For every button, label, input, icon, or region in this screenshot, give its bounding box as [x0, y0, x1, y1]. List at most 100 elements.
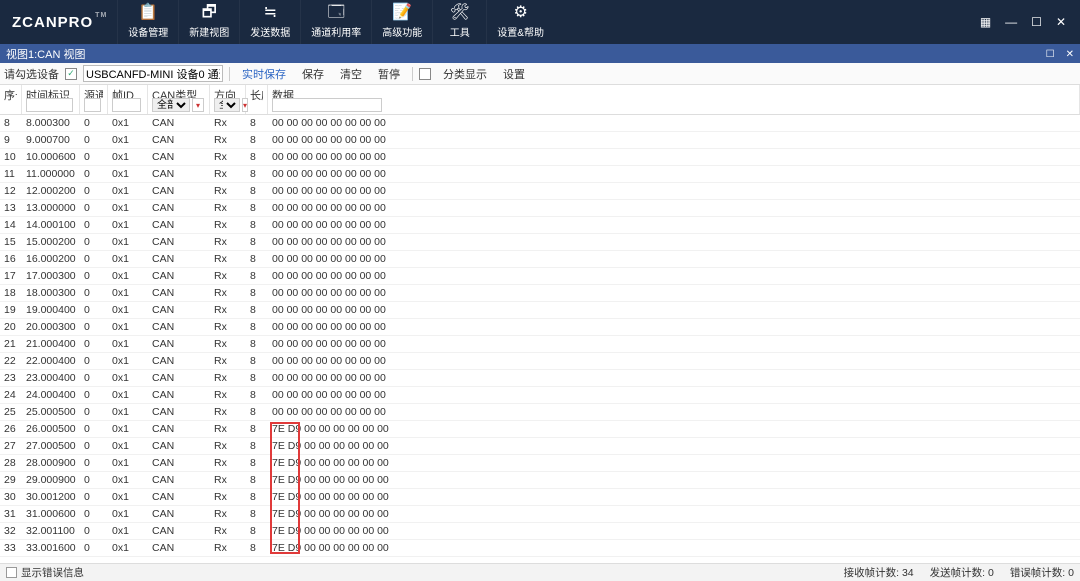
table-row[interactable]: 2929.00090000x1CANRx87E D9 00 00 00 00 0…	[0, 472, 1080, 489]
cell: 32	[0, 525, 22, 537]
clear-button[interactable]: 清空	[334, 64, 368, 84]
maximize-icon[interactable]: ☐	[1031, 15, 1042, 29]
cell: 20	[0, 321, 22, 333]
device-dropdown[interactable]	[83, 65, 223, 82]
toolbar-item-2[interactable]: ≒发送数据	[239, 0, 300, 44]
table-row[interactable]: 2727.00050000x1CANRx87E D9 00 00 00 00 0…	[0, 438, 1080, 455]
table-row[interactable]: 3131.00060000x1CANRx87E D9 00 00 00 00 0…	[0, 506, 1080, 523]
cell: 0	[80, 117, 108, 129]
cell: 24.000400	[22, 389, 80, 401]
show-error-checkbox[interactable]	[6, 567, 17, 578]
cell: 19	[0, 304, 22, 316]
cell: 8	[246, 168, 268, 180]
table-row[interactable]: 88.00030000x1CANRx800 00 00 00 00 00 00 …	[0, 115, 1080, 132]
table-row[interactable]: 3333.00160000x1CANRx87E D9 00 00 00 00 0…	[0, 540, 1080, 557]
cell: 12	[0, 185, 22, 197]
cell: Rx	[210, 491, 246, 503]
device-checkbox[interactable]: ✓	[65, 68, 77, 80]
table-row[interactable]: 1212.00020000x1CANRx800 00 00 00 00 00 0…	[0, 183, 1080, 200]
table-row[interactable]: 1111.00000000x1CANRx800 00 00 00 00 00 0…	[0, 166, 1080, 183]
col-frame-id[interactable]: 帧ID	[112, 87, 143, 98]
cell: 0x1	[108, 491, 148, 503]
table-row[interactable]: 2323.00040000x1CANRx800 00 00 00 00 00 0…	[0, 370, 1080, 387]
table-row[interactable]: 1818.00030000x1CANRx800 00 00 00 00 00 0…	[0, 285, 1080, 302]
table-row[interactable]: 3232.00110000x1CANRx87E D9 00 00 00 00 0…	[0, 523, 1080, 540]
table-row[interactable]: 1515.00020000x1CANRx800 00 00 00 00 00 0…	[0, 234, 1080, 251]
table-row[interactable]: 2525.00050000x1CANRx800 00 00 00 00 00 0…	[0, 404, 1080, 421]
filter-can-type-drop-icon[interactable]: ▾	[192, 98, 204, 112]
table-row[interactable]: 1616.00020000x1CANRx800 00 00 00 00 00 0…	[0, 251, 1080, 268]
cell: Rx	[210, 151, 246, 163]
view-tab-title[interactable]: 视图1:CAN 视图	[6, 46, 1038, 62]
filter-direction[interactable]: 全部	[214, 98, 240, 112]
cell: 8	[246, 219, 268, 231]
device-select-label: 请勾选设备	[4, 66, 59, 82]
cell: 00 00 00 00 00 00 00 00	[268, 151, 1080, 163]
table-row[interactable]: 2828.00090000x1CANRx87E D9 00 00 00 00 0…	[0, 455, 1080, 472]
cell: 0	[80, 304, 108, 316]
table-row[interactable]: 99.00070000x1CANRx800 00 00 00 00 00 00 …	[0, 132, 1080, 149]
toolbar-icon: 📝	[392, 5, 412, 21]
filter-can-type[interactable]: 全部	[152, 98, 190, 112]
cell: 8	[0, 117, 22, 129]
col-direction[interactable]: 方向	[214, 87, 241, 98]
cell: 8	[246, 338, 268, 350]
cell: 32.001100	[22, 525, 80, 537]
table-row[interactable]: 1717.00030000x1CANRx800 00 00 00 00 00 0…	[0, 268, 1080, 285]
table-row[interactable]: 1414.00010000x1CANRx800 00 00 00 00 00 0…	[0, 217, 1080, 234]
table-row[interactable]: 1010.00060000x1CANRx800 00 00 00 00 00 0…	[0, 149, 1080, 166]
col-can-type[interactable]: CAN类型	[152, 87, 205, 98]
table-header: 序号 时间标识 源通道 帧ID CAN类型 全部 ▾ 方向 全部 ▾	[0, 85, 1080, 115]
col-length[interactable]: 长度	[250, 87, 263, 101]
cell: Rx	[210, 304, 246, 316]
cell: 15.000200	[22, 236, 80, 248]
cell: 26.000500	[22, 423, 80, 435]
cell: 8	[246, 372, 268, 384]
toolbar-label: 工具	[450, 24, 470, 39]
filter-time[interactable]	[26, 98, 73, 112]
tab-restore-icon[interactable]: ☐	[1046, 49, 1055, 60]
table-row[interactable]: 2121.00040000x1CANRx800 00 00 00 00 00 0…	[0, 336, 1080, 353]
grid-view-icon[interactable]: ▦	[980, 15, 991, 29]
col-data[interactable]: 数据	[272, 87, 1075, 98]
cell: 9	[0, 134, 22, 146]
col-time[interactable]: 时间标识	[26, 87, 75, 98]
toolbar-item-6[interactable]: ⚙设置&帮助	[486, 0, 554, 44]
minimize-icon[interactable]: —	[1005, 15, 1017, 29]
cell: 33	[0, 542, 22, 554]
table-row[interactable]: 2424.00040000x1CANRx800 00 00 00 00 00 0…	[0, 387, 1080, 404]
cell: 18	[0, 287, 22, 299]
col-channel[interactable]: 源通道	[84, 87, 103, 98]
cell: 0	[80, 491, 108, 503]
pause-button[interactable]: 暂停	[372, 64, 406, 84]
cell: 00 00 00 00 00 00 00 00	[268, 304, 1080, 316]
classified-checkbox[interactable]: ✓	[419, 68, 431, 80]
toolbar-item-1[interactable]: 🗗新建视图	[178, 0, 239, 44]
cell: 0	[80, 219, 108, 231]
table-row[interactable]: 2020.00030000x1CANRx800 00 00 00 00 00 0…	[0, 319, 1080, 336]
toolbar-item-5[interactable]: 🛠工具	[432, 0, 486, 44]
close-icon[interactable]: ✕	[1056, 15, 1066, 29]
table-row[interactable]: 3030.00120000x1CANRx87E D9 00 00 00 00 0…	[0, 489, 1080, 506]
classified-display-button[interactable]: 分类显示	[437, 64, 493, 84]
table-body[interactable]: 88.00030000x1CANRx800 00 00 00 00 00 00 …	[0, 115, 1080, 563]
table-row[interactable]: 2222.00040000x1CANRx800 00 00 00 00 00 0…	[0, 353, 1080, 370]
table-row[interactable]: 2626.00050000x1CANRx87E D9 00 00 00 00 0…	[0, 421, 1080, 438]
col-seq[interactable]: 序号	[4, 87, 17, 101]
cell: CAN	[148, 457, 210, 469]
cell: 0	[80, 168, 108, 180]
tab-close-icon[interactable]: ✕	[1066, 49, 1074, 60]
cell: 0x1	[108, 440, 148, 452]
table-row[interactable]: 1919.00040000x1CANRx800 00 00 00 00 00 0…	[0, 302, 1080, 319]
toolbar-item-0[interactable]: 📋设备管理	[117, 0, 178, 44]
toolbar-item-3[interactable]: 🗔通道利用率	[300, 0, 371, 44]
cell: 18.000300	[22, 287, 80, 299]
toolbar-item-4[interactable]: 📝高级功能	[371, 0, 432, 44]
realtime-save-button[interactable]: 实时保存	[236, 64, 292, 84]
filter-data[interactable]	[272, 98, 382, 112]
table-row[interactable]: 1313.00000000x1CANRx800 00 00 00 00 00 0…	[0, 200, 1080, 217]
filter-frame-id[interactable]	[112, 98, 141, 112]
filter-channel[interactable]	[84, 98, 101, 112]
save-button[interactable]: 保存	[296, 64, 330, 84]
settings-button[interactable]: 设置	[497, 64, 531, 84]
